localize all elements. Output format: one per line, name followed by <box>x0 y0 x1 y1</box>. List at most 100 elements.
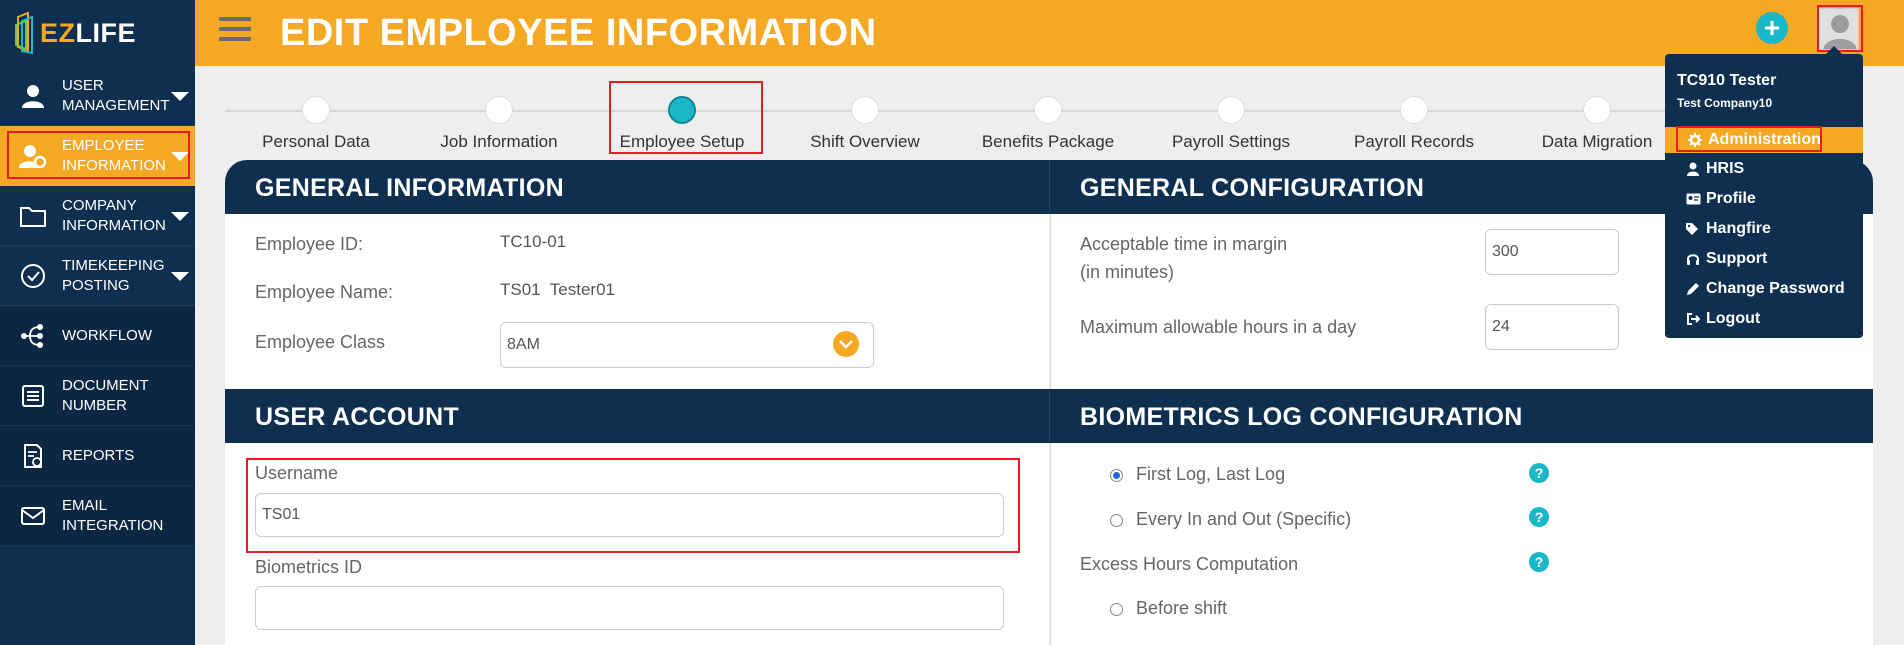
chevron-down-icon[interactable] <box>171 92 189 101</box>
employee-name-label: Employee Name: <box>255 282 394 302</box>
employee-name-value: TS01 Tester01 <box>500 280 615 299</box>
step-payroll-settings[interactable]: Payroll Settings <box>1146 96 1316 152</box>
before-shift-label: Before shift <box>1136 598 1228 618</box>
step-data-migration[interactable]: Data Migration <box>1512 96 1682 152</box>
avatar-icon <box>1823 15 1857 49</box>
menu-item-logout[interactable]: Logout <box>1665 306 1863 332</box>
sidebar-item-label: EMPLOYEE INFORMATION <box>62 136 166 174</box>
page-title: EDIT EMPLOYEE INFORMATION <box>280 12 877 54</box>
margin-input[interactable]: 300 <box>1485 229 1619 275</box>
workflow-icon <box>18 321 48 351</box>
headset-icon <box>1685 251 1701 267</box>
tags-icon <box>1685 221 1701 237</box>
step-payroll-records[interactable]: Payroll Records <box>1329 96 1499 152</box>
employee-class-value: 8AM <box>507 336 540 353</box>
sidebar-item-workflow[interactable]: WORKFLOW <box>0 306 195 366</box>
employee-id-label: Employee ID: <box>255 234 364 254</box>
biometrics-log-configuration-panel: First Log, Last Log ? Every In and Out (… <box>1050 443 1873 645</box>
first-log-last-log-label: First Log, Last Log <box>1136 464 1286 484</box>
step-dot <box>302 96 330 124</box>
menu-item-change-password[interactable]: Change Password <box>1665 276 1863 302</box>
folder-icon <box>18 201 48 231</box>
username-label: Username <box>255 463 339 483</box>
step-dot <box>1034 96 1062 124</box>
max-hours-label: Maximum allowable hours in a day <box>1080 317 1357 337</box>
user-account-header: USER ACCOUNT <box>225 389 1049 443</box>
sidebar-item-document-number[interactable]: DOCUMENT NUMBER <box>0 366 195 426</box>
help-icon[interactable]: ? <box>1529 463 1549 483</box>
biometrics-id-input[interactable] <box>255 586 1004 630</box>
sidebar-item-timekeeping-posting[interactable]: TIMEKEEPING POSTING <box>0 246 195 306</box>
sidebar-item-reports[interactable]: REPORTS <box>0 426 195 486</box>
help-icon[interactable]: ? <box>1529 507 1549 527</box>
add-button[interactable]: + <box>1756 12 1788 44</box>
step-dot <box>1217 96 1245 124</box>
biometrics-log-configuration-header: BIOMETRICS LOG CONFIGURATION <box>1049 389 1873 443</box>
employee-class-select[interactable]: 8AM <box>500 322 874 368</box>
sidebar-item-label: EMAIL INTEGRATION <box>62 496 164 534</box>
user-account-panel: Username TS01 Biometrics ID <box>225 443 1049 645</box>
menu-item-label: HRIS <box>1706 160 1745 177</box>
user-dropdown-menu: TC910 Tester Test Company10 Administrati… <box>1665 46 1863 338</box>
biometrics-id-label: Biometrics ID <box>255 557 363 577</box>
step-job-information[interactable]: Job Information <box>414 96 584 152</box>
step-personal-data[interactable]: Personal Data <box>231 96 401 152</box>
menu-item-label: Logout <box>1706 310 1761 327</box>
chevron-down-icon[interactable] <box>171 272 189 281</box>
user-company: Test Company10 <box>1677 96 1773 110</box>
user-icon <box>1685 161 1701 177</box>
excess-hours-label: Excess Hours Computation <box>1080 554 1299 574</box>
sidebar-item-company-information[interactable]: COMPANY INFORMATION <box>0 186 195 246</box>
menu-item-label: Support <box>1706 250 1768 267</box>
sidebar-item-email-integration[interactable]: EMAIL INTEGRATION <box>0 486 195 546</box>
app-logo[interactable]: EZLIFE <box>0 0 195 66</box>
employee-id-value: TC10-01 <box>500 232 567 251</box>
every-in-out-radio[interactable] <box>1110 514 1123 527</box>
document-list-icon <box>18 381 48 411</box>
logo-life: LIFE <box>75 17 137 48</box>
sidebar-item-employee-information[interactable]: EMPLOYEE INFORMATION <box>0 126 195 186</box>
avatar[interactable] <box>1819 8 1859 50</box>
chevron-down-icon <box>833 331 859 357</box>
menu-item-label: Hangfire <box>1706 220 1771 237</box>
sidebar-item-label: REPORTS <box>62 446 135 464</box>
before-shift-radio[interactable] <box>1110 603 1123 616</box>
menu-item-administration[interactable]: Administration <box>1665 127 1863 153</box>
chevron-down-icon[interactable] <box>171 152 189 161</box>
step-shift-overview[interactable]: Shift Overview <box>780 96 950 152</box>
top-header: EDIT EMPLOYEE INFORMATION + <box>195 0 1904 66</box>
menu-item-label: Profile <box>1706 190 1756 207</box>
step-employee-setup[interactable]: Employee Setup <box>597 96 767 152</box>
step-dot-active <box>668 96 696 124</box>
every-in-out-label: Every In and Out (Specific) <box>1136 509 1352 529</box>
general-information-panel: Employee ID: TC10-01 Employee Name: TS01… <box>225 214 1049 389</box>
menu-item-support[interactable]: Support <box>1665 246 1863 272</box>
user-gear-icon <box>18 141 48 171</box>
help-icon[interactable]: ? <box>1529 552 1549 572</box>
sidebar-item-label: TIMEKEEPING POSTING <box>62 256 165 294</box>
step-progress: Personal Data Job Information Employee S… <box>225 96 1675 151</box>
user-name: TC910 Tester <box>1677 72 1777 89</box>
id-card-icon <box>1685 191 1701 207</box>
sidebar: EZLIFE USER MANAGEMENT EMPLOYEE INFORMAT… <box>0 0 195 645</box>
menu-item-hris[interactable]: HRIS <box>1665 156 1863 182</box>
menu-item-hangfire[interactable]: Hangfire <box>1665 216 1863 242</box>
username-input[interactable]: TS01 <box>255 493 1004 537</box>
logo-mark-icon <box>15 11 33 55</box>
step-dot <box>1400 96 1428 124</box>
step-benefits-package[interactable]: Benefits Package <box>963 96 1133 152</box>
gear-icon <box>1687 132 1703 148</box>
margin-label-unit: (in minutes) <box>1080 262 1175 282</box>
sidebar-item-label: WORKFLOW <box>62 326 152 344</box>
menu-item-profile[interactable]: Profile <box>1665 186 1863 212</box>
sidebar-item-user-management[interactable]: USER MANAGEMENT <box>0 66 195 126</box>
menu-item-label: Change Password <box>1706 280 1845 297</box>
chevron-down-icon[interactable] <box>171 212 189 221</box>
max-hours-input[interactable]: 24 <box>1485 304 1619 350</box>
sidebar-item-label: COMPANY INFORMATION <box>62 196 166 234</box>
first-log-last-log-radio[interactable] <box>1110 469 1123 482</box>
employee-class-label: Employee Class <box>255 332 386 352</box>
hamburger-menu-icon[interactable] <box>219 17 251 45</box>
pencil-icon <box>1685 281 1701 297</box>
step-dot <box>851 96 879 124</box>
